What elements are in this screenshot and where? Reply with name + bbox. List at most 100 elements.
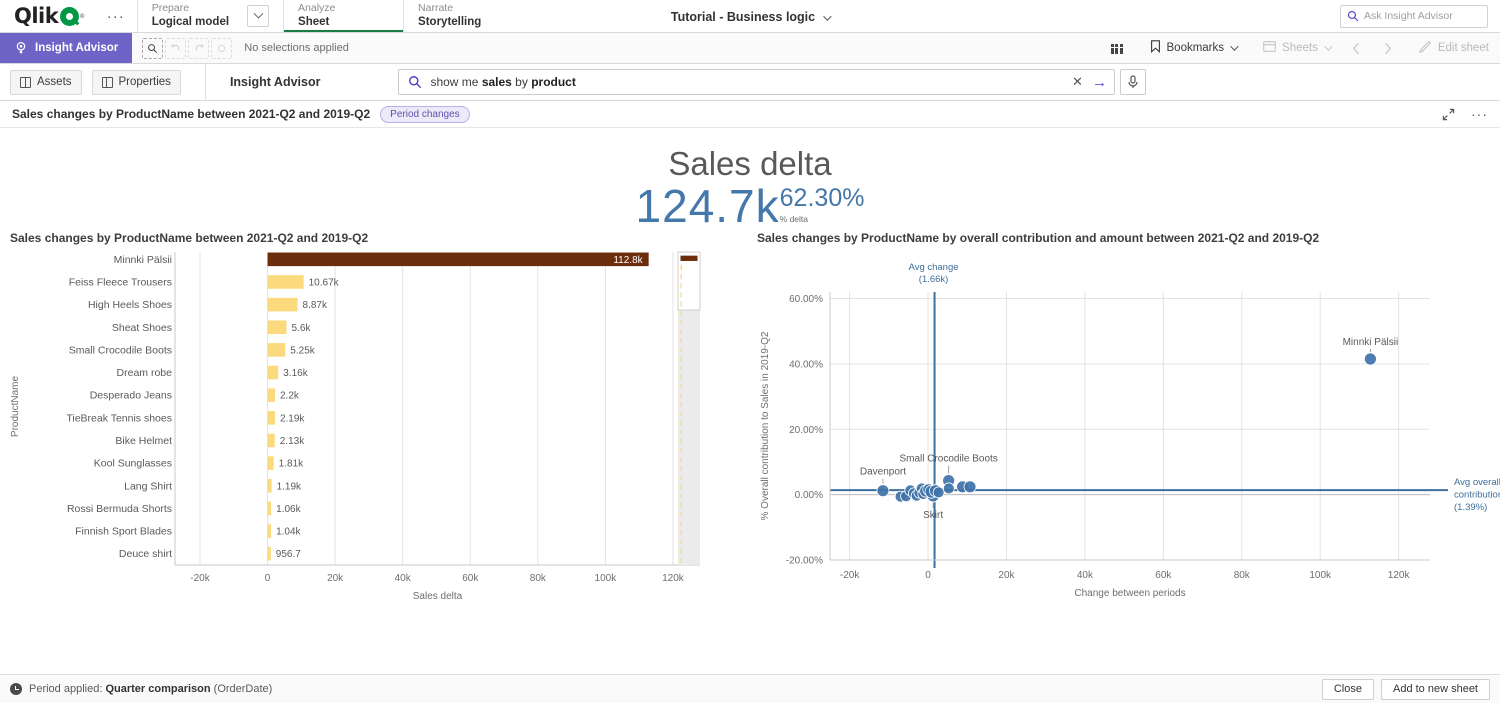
scrollbar-mini-bar	[681, 411, 682, 416]
scrollbar-mini-bar	[681, 356, 682, 361]
scatter-point-label: Small Crocodile Boots	[899, 453, 997, 464]
period-value: Quarter comparison	[105, 683, 210, 695]
bar-value-label: 10.67k	[309, 277, 340, 288]
bar[interactable]	[268, 479, 272, 493]
scatter-point[interactable]	[943, 483, 954, 494]
kpi-value-row: 124.7k 62.30% % delta	[0, 182, 1500, 230]
bar[interactable]	[268, 320, 287, 334]
x-axis-title: Sales delta	[413, 591, 463, 602]
more-menu-icon[interactable]: ···	[1471, 106, 1488, 122]
scrollbar-mini-bar	[681, 438, 682, 443]
add-to-new-sheet-button[interactable]: Add to new sheet	[1381, 679, 1490, 700]
app-title[interactable]: Tutorial - Business logic	[671, 10, 815, 24]
x-tick-label: -20k	[190, 573, 210, 584]
clear-circle-icon	[216, 43, 227, 54]
bar[interactable]	[268, 547, 271, 561]
bar[interactable]	[268, 366, 279, 380]
analysis-header: Sales changes by ProductName between 202…	[0, 101, 1500, 128]
qlik-logo[interactable]: Qlik®	[0, 0, 95, 32]
selection-search-button[interactable]	[142, 38, 163, 59]
edit-sheet-button[interactable]: Edit sheet	[1408, 33, 1500, 64]
scrollbar-mini-bar	[681, 512, 682, 517]
bar-value-label: 2.2k	[280, 391, 300, 402]
kpi-percent-label: % delta	[780, 214, 808, 224]
sheet-grid-button[interactable]	[1100, 33, 1134, 64]
sheets-label: Sheets	[1282, 42, 1318, 54]
next-sheet-button[interactable]	[1372, 33, 1403, 64]
scrollbar-mini-bar	[681, 301, 682, 306]
scatter-point[interactable]	[964, 481, 976, 493]
bookmarks-button[interactable]: Bookmarks	[1139, 33, 1248, 64]
nav-prepare-lower: Logical model	[152, 15, 229, 29]
bar[interactable]	[268, 456, 274, 470]
bar[interactable]	[268, 501, 272, 515]
bar-category-label: Feiss Fleece Trousers	[69, 276, 172, 288]
more-options-button[interactable]: ···	[95, 0, 137, 32]
step-forward-button[interactable]	[188, 38, 209, 59]
bar[interactable]	[268, 275, 304, 289]
ask-insight-advisor-placeholder: Ask Insight Advisor	[1364, 10, 1453, 22]
scatter-point[interactable]	[1364, 353, 1376, 365]
chevron-right-icon	[1383, 42, 1392, 55]
app-title-dropdown-icon[interactable]	[823, 10, 829, 24]
sheets-button[interactable]: Sheets	[1252, 33, 1341, 64]
bar-value-label: 112.8k	[613, 255, 643, 266]
reference-label-avg-contribution: Avg overall	[1454, 477, 1500, 488]
bar[interactable]	[268, 298, 298, 312]
bar-category-label: TieBreak Tennis shoes	[66, 412, 172, 424]
bar-value-label: 1.81k	[279, 458, 304, 469]
bar-value-label: 1.04k	[276, 526, 301, 537]
scrollbar-mini-bar	[681, 402, 682, 407]
previous-sheet-button[interactable]	[1341, 33, 1372, 64]
scrollbar-mini-bar	[681, 283, 682, 288]
properties-button[interactable]: Properties	[92, 70, 181, 95]
scrollbar-mini-bar	[681, 347, 682, 352]
prepare-dropdown-button[interactable]	[247, 5, 269, 27]
ask-insight-advisor-input[interactable]: Ask Insight Advisor	[1340, 5, 1488, 28]
bar[interactable]	[268, 434, 275, 448]
y-tick-label: 0.00%	[795, 490, 823, 501]
panel-icon	[102, 77, 113, 88]
clear-search-button[interactable]: ✕	[1066, 71, 1088, 93]
footer-bar: Period applied: Quarter comparison (Orde…	[0, 674, 1500, 703]
nav-section-analyze[interactable]: Analyze Sheet	[283, 0, 403, 32]
expand-icon[interactable]	[1442, 108, 1455, 121]
search-term: show me	[430, 75, 481, 89]
scatter-point[interactable]	[877, 485, 889, 497]
bar-category-label: Kool Sunglasses	[94, 457, 172, 469]
bar-category-label: Small Crocodile Boots	[69, 344, 172, 356]
clear-selections-button[interactable]	[211, 38, 232, 59]
bar[interactable]	[268, 524, 272, 538]
bar[interactable]	[268, 388, 275, 402]
voice-search-button[interactable]	[1120, 69, 1146, 95]
analysis-type-badge[interactable]: Period changes	[380, 106, 470, 123]
nav-section-prepare[interactable]: Prepare Logical model	[137, 0, 283, 32]
redo-arrow-icon	[193, 42, 205, 54]
bar-value-label: 2.19k	[280, 413, 305, 424]
submit-search-button[interactable]: →	[1088, 71, 1110, 93]
nav-analyze-upper: Analyze	[298, 2, 335, 15]
search-term-bold: product	[531, 75, 576, 89]
assets-button[interactable]: Assets	[10, 70, 82, 95]
scatter-chart[interactable]: Sales changes by ProductName by overall …	[755, 230, 1500, 620]
bar[interactable]	[268, 252, 649, 266]
step-back-button[interactable]	[165, 38, 186, 59]
insight-search-text: show me sales by product	[430, 75, 1066, 89]
scatter-point-label: Davenport	[860, 467, 906, 478]
insight-advisor-badge[interactable]: Insight Advisor	[0, 33, 132, 63]
insight-search-input[interactable]: show me sales by product ✕ →	[398, 69, 1115, 95]
undo-arrow-icon	[170, 42, 182, 54]
bar-chart[interactable]: Sales changes by ProductName between 202…	[0, 230, 755, 620]
bar[interactable]	[268, 343, 286, 357]
nav-prepare-upper: Prepare	[152, 2, 229, 15]
close-button[interactable]: Close	[1322, 679, 1374, 700]
scrollbar-mini-bar	[681, 393, 682, 398]
search-icon	[1347, 10, 1359, 22]
scatter-point[interactable]	[933, 487, 944, 498]
search-term-bold: sales	[482, 75, 512, 89]
charts-container: Sales changes by ProductName between 202…	[0, 230, 1500, 623]
nav-section-narrate[interactable]: Narrate Storytelling	[403, 0, 523, 32]
x-axis-title: Change between periods	[1074, 588, 1185, 599]
bar[interactable]	[268, 411, 275, 425]
assets-label: Assets	[37, 76, 72, 88]
